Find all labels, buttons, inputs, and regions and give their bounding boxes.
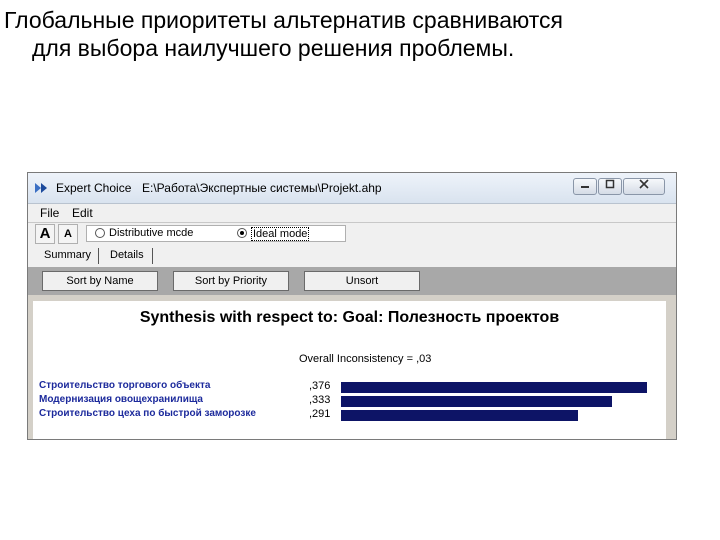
ideal-mode-label[interactable]: Ideal mode: [251, 227, 310, 241]
close-icon: [639, 179, 649, 189]
font-increase-icon: A: [39, 225, 51, 242]
distributive-mode-radio[interactable]: [95, 228, 105, 238]
expert-choice-logo-icon: [35, 183, 47, 193]
distributive-mode-label[interactable]: Distributive mcde: [109, 227, 193, 239]
sort-by-priority-button[interactable]: Sort by Priority: [173, 271, 289, 291]
app-name: Expert Choice: [56, 181, 132, 195]
alternative-name: Строительство цеха по быстрой заморозке: [39, 408, 256, 419]
toolbar: A A Distributive mcde Ideal mode: [28, 223, 676, 245]
tab-divider: [152, 248, 153, 264]
alternative-row: Строительство цеха по быстрой заморозке,…: [33, 408, 666, 422]
close-button[interactable]: [623, 178, 665, 195]
alternative-priority-bar: [341, 396, 612, 407]
file-path: E:\Работа\Экспертные системы\Projekt.ahp: [142, 181, 382, 195]
alternative-priority-value: ,376: [309, 380, 331, 392]
tab-details[interactable]: Details: [110, 249, 144, 261]
title-bar[interactable]: Expert Choice E:\Работа\Экспертные систе…: [28, 173, 676, 204]
minimize-icon: [581, 186, 589, 188]
sort-bar: Sort by Name Sort by Priority Unsort: [28, 267, 676, 295]
alternative-priority-bar: [341, 410, 578, 421]
sort-by-name-button[interactable]: Sort by Name: [42, 271, 158, 291]
font-increase-button[interactable]: A: [35, 224, 55, 244]
minimize-button[interactable]: [573, 178, 597, 195]
alternative-priority-bar: [341, 382, 647, 393]
alternative-row: Строительство торгового объекта ,376: [33, 380, 666, 394]
synthesis-title: Synthesis with respect to: Goal: Полезно…: [139, 309, 560, 326]
overall-inconsistency: Overall Inconsistency = ,03: [299, 353, 432, 365]
expert-choice-window: Expert Choice E:\Работа\Экспертные систе…: [27, 172, 677, 440]
maximize-button[interactable]: [598, 178, 622, 195]
slide-title-line-1: Глобальные приоритеты альтернатив сравни…: [4, 7, 563, 33]
font-decrease-button[interactable]: A: [58, 224, 78, 244]
font-decrease-icon: A: [64, 228, 72, 240]
tab-divider: [98, 248, 99, 264]
view-tabs: Summary Details: [28, 245, 676, 267]
slide-title: Глобальные приоритеты альтернатив сравни…: [4, 6, 716, 62]
slide-title-line-2: для выбора наилучшего решения проблемы.: [32, 35, 515, 61]
unsort-button[interactable]: Unsort: [304, 271, 420, 291]
alternative-name: Строительство торгового объекта: [39, 380, 211, 391]
maximize-icon: [605, 179, 615, 189]
mode-radio-group: Distributive mcde Ideal mode: [86, 225, 346, 242]
menu-edit[interactable]: Edit: [72, 206, 93, 220]
alternative-priority-value: ,333: [309, 394, 331, 406]
menu-bar: File Edit: [28, 204, 676, 223]
menu-file[interactable]: File: [40, 206, 59, 220]
alternative-row: Модернизация овощехранилища ,333: [33, 394, 666, 408]
tab-summary[interactable]: Summary: [44, 249, 91, 261]
ideal-mode-radio[interactable]: [237, 228, 247, 238]
synthesis-panel: Synthesis with respect to: Goal: Полезно…: [33, 301, 666, 439]
alternative-priority-value: ,291: [309, 408, 331, 420]
alternative-name: Модернизация овощехранилища: [39, 394, 203, 405]
